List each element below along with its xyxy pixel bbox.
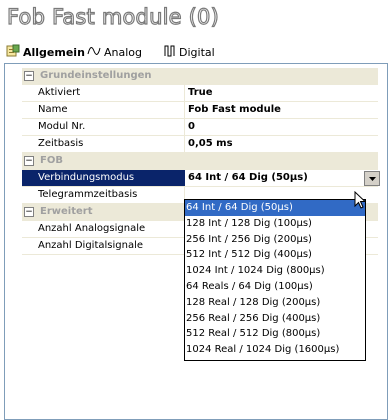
analog-wave-icon — [87, 45, 101, 60]
category-label: Grundeinstellungen — [40, 70, 152, 81]
category-grundeinstellungen: − Grundeinstellungen — [22, 68, 378, 85]
tab-digital[interactable]: Digital — [164, 42, 215, 62]
dropdown-arrow-button[interactable] — [364, 171, 380, 186]
tab-label: Analog — [104, 45, 143, 59]
tab-bar: Allgemein Analog Digital — [0, 38, 390, 96]
dropdown-option[interactable]: 1024 Int / 1024 Dig (800µs) — [185, 263, 365, 279]
dropdown-option[interactable]: 64 Reals / 64 Dig (100µs) — [185, 279, 365, 295]
dropdown-option[interactable]: 256 Int / 256 Dig (200µs) — [185, 232, 365, 248]
column-divider — [184, 85, 185, 101]
category-label: FOB — [40, 155, 63, 166]
digital-pulse-icon — [164, 45, 176, 60]
dropdown-option[interactable]: 64 Int / 64 Dig (50µs) — [185, 200, 365, 216]
property-value[interactable]: True — [188, 87, 213, 98]
property-row[interactable]: Modul Nr. 0 — [22, 119, 378, 136]
property-key: Name — [38, 104, 68, 115]
property-key: Aktiviert — [38, 87, 81, 98]
property-row[interactable]: Aktiviert True — [22, 85, 378, 102]
dropdown-option[interactable]: 1024 Real / 1024 Dig (1600µs) — [185, 342, 365, 358]
chevron-down-icon — [368, 176, 376, 181]
title-bar: Fob Fast module (0) — [0, 0, 390, 38]
tab-allgemein[interactable]: Allgemein — [6, 42, 85, 62]
collapse-icon[interactable]: − — [24, 71, 34, 81]
tab-label: Digital — [179, 45, 215, 59]
combobox-value: 64 Int / 64 Dig (50µs) — [188, 172, 308, 183]
verbindungsmodus-combobox[interactable]: 64 Int / 64 Dig (50µs) — [185, 170, 382, 186]
category-label: Erweitert — [40, 206, 93, 217]
settings-page-icon — [6, 44, 20, 60]
property-key: Anzahl Analogsignale — [38, 223, 146, 234]
column-divider — [184, 119, 185, 135]
verbindungsmodus-dropdown-list: 64 Int / 64 Dig (50µs) 128 Int / 128 Dig… — [184, 199, 366, 361]
dropdown-option[interactable]: 128 Int / 128 Dig (100µs) — [185, 216, 365, 232]
category-fob: − FOB — [22, 153, 378, 170]
tab-label: Allgemein — [23, 45, 85, 59]
property-key: Modul Nr. — [38, 121, 86, 132]
property-value[interactable]: Fob Fast module — [188, 104, 281, 115]
property-key: Zeitbasis — [38, 138, 84, 149]
tab-analog[interactable]: Analog — [87, 42, 142, 62]
property-value[interactable]: 0,05 ms — [188, 138, 233, 149]
collapse-icon[interactable]: − — [24, 156, 34, 166]
property-key: Anzahl Digitalsignale — [38, 240, 144, 251]
property-row[interactable]: Name Fob Fast module — [22, 102, 378, 119]
mouse-cursor-icon — [354, 191, 367, 209]
column-divider — [184, 102, 185, 118]
dropdown-option[interactable]: 512 Int / 512 Dig (400µs) — [185, 247, 365, 263]
dropdown-option[interactable]: 128 Real / 128 Dig (200µs) — [185, 295, 365, 311]
property-row-selected[interactable]: Verbindungsmodus 64 Int / 64 Dig (50µs) — [22, 170, 382, 187]
dropdown-option[interactable]: 512 Real / 512 Dig (800µs) — [185, 326, 365, 342]
collapse-icon[interactable]: − — [24, 207, 34, 217]
property-key: Telegrammzeitbasis — [38, 189, 138, 200]
property-value[interactable]: 0 — [188, 121, 195, 132]
property-row[interactable]: Zeitbasis 0,05 ms — [22, 136, 378, 153]
dropdown-option[interactable]: 256 Real / 256 Dig (400µs) — [185, 311, 365, 327]
window-title: Fob Fast module (0) — [6, 4, 219, 29]
column-divider — [184, 136, 185, 152]
property-key: Verbindungsmodus — [38, 172, 135, 183]
